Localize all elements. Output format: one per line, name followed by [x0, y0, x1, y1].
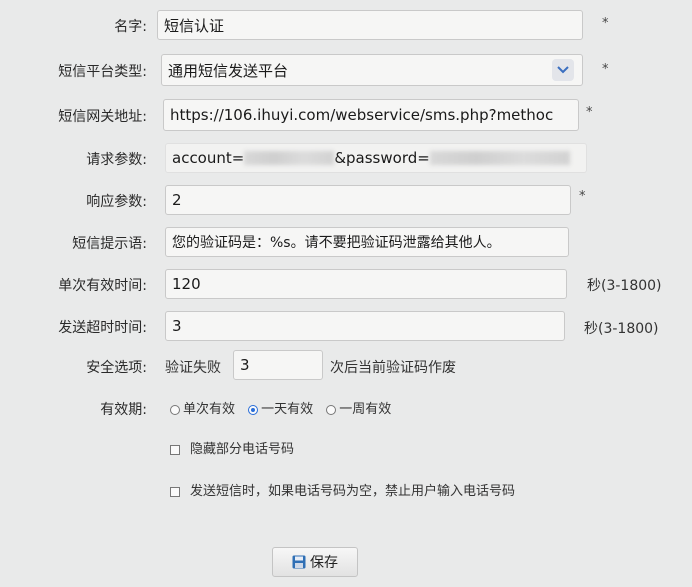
- platform-type-label: 短信平台类型:: [58, 64, 147, 80]
- valid-time-unit: 秒(3-1800): [587, 278, 662, 294]
- valid-time-row: 单次有效时间: 120 秒(3-1800): [0, 269, 692, 299]
- valid-time-value: 120: [172, 275, 201, 293]
- validity-option-single[interactable]: 单次有效: [170, 402, 235, 417]
- timeout-label: 发送超时时间:: [58, 320, 147, 336]
- request-params-row: 请求参数: account= &password=: [0, 143, 692, 173]
- block-empty-phone-checkbox[interactable]: 发送短信时，如果电话号码为空，禁止用户输入电话号码: [170, 480, 515, 499]
- sms-prompt-input[interactable]: 您的验证码是：%s。请不要把验证码泄露给其他人。: [165, 227, 569, 257]
- gateway-input[interactable]: https://106.ihuyi.com/webservice/sms.php…: [163, 99, 579, 131]
- chevron-down-icon[interactable]: [552, 59, 574, 81]
- response-params-required-mark: *: [579, 189, 586, 204]
- radio-icon[interactable]: [170, 404, 180, 415]
- platform-type-required-mark: *: [602, 62, 609, 77]
- request-params-mid: &password=: [334, 149, 430, 167]
- sms-prompt-value: 您的验证码是：%s。请不要把验证码泄露给其他人。: [172, 235, 501, 251]
- hide-phone-label: 隐藏部分电话号码: [190, 442, 295, 457]
- gateway-label: 短信网关地址:: [58, 109, 147, 125]
- block-empty-phone-label: 发送短信时，如果电话号码为空，禁止用户输入电话号码: [190, 484, 516, 499]
- platform-type-value: 通用短信发送平台: [168, 61, 289, 80]
- response-params-value: 2: [172, 191, 182, 209]
- security-count-value: 3: [240, 356, 250, 374]
- name-input[interactable]: 短信认证: [157, 10, 583, 40]
- block-empty-phone-row: 发送短信时，如果电话号码为空，禁止用户输入电话号码: [0, 480, 692, 500]
- validity-row: 有效期: 单次有效 一天有效 一周有效: [0, 398, 692, 418]
- gateway-required-mark: *: [586, 105, 593, 120]
- validity-label: 有效期:: [100, 402, 147, 418]
- sms-prompt-row: 短信提示语: 您的验证码是：%s。请不要把验证码泄露给其他人。: [0, 227, 692, 257]
- save-label: 保存: [310, 555, 338, 571]
- sms-prompt-label: 短信提示语:: [72, 236, 147, 252]
- hide-phone-row: 隐藏部分电话号码: [0, 438, 692, 458]
- valid-time-input[interactable]: 120: [165, 269, 567, 299]
- radio-icon[interactable]: [326, 404, 337, 415]
- platform-type-row: 短信平台类型: 通用短信发送平台 *: [0, 54, 692, 86]
- request-params-input[interactable]: account= &password=: [165, 143, 587, 173]
- response-params-label: 响应参数:: [86, 194, 147, 210]
- redacted-account: [244, 151, 335, 165]
- valid-time-label: 单次有效时间:: [58, 278, 147, 294]
- name-row: 名字: 短信认证 *: [0, 10, 692, 40]
- security-suffix: 次后当前验证码作废: [330, 360, 456, 376]
- checkbox-icon[interactable]: [170, 444, 180, 455]
- security-label: 安全选项:: [86, 360, 147, 376]
- radio-selected-icon[interactable]: [248, 404, 259, 415]
- gateway-row: 短信网关地址: https://106.ihuyi.com/webservice…: [0, 99, 692, 131]
- checkbox-icon[interactable]: [170, 486, 180, 497]
- gateway-value: https://106.ihuyi.com/webservice/sms.php…: [170, 106, 554, 124]
- request-params-prefix: account=: [172, 149, 245, 167]
- security-row: 安全选项: 验证失败 3 次后当前验证码作废: [0, 350, 692, 380]
- name-value: 短信认证: [164, 16, 225, 35]
- redacted-password: [429, 151, 570, 165]
- security-prefix: 验证失败: [165, 360, 221, 376]
- timeout-unit: 秒(3-1800): [584, 321, 659, 337]
- hide-phone-checkbox[interactable]: 隐藏部分电话号码: [170, 438, 294, 457]
- validity-options: 单次有效 一天有效 一周有效: [170, 398, 399, 417]
- save-button[interactable]: 保存: [272, 547, 358, 577]
- timeout-row: 发送超时时间: 3 秒(3-1800): [0, 311, 692, 341]
- validity-option-week[interactable]: 一周有效: [326, 402, 391, 417]
- response-params-input[interactable]: 2: [165, 185, 571, 215]
- security-count-input[interactable]: 3: [233, 350, 323, 380]
- name-required-mark: *: [602, 16, 609, 31]
- timeout-input[interactable]: 3: [165, 311, 565, 341]
- save-icon: [292, 555, 306, 569]
- response-params-row: 响应参数: 2 *: [0, 185, 692, 215]
- platform-type-select[interactable]: 通用短信发送平台: [161, 54, 583, 86]
- name-label: 名字:: [114, 19, 147, 35]
- request-params-label: 请求参数:: [86, 152, 147, 168]
- validity-option-day[interactable]: 一天有效: [248, 402, 313, 417]
- timeout-value: 3: [172, 317, 182, 335]
